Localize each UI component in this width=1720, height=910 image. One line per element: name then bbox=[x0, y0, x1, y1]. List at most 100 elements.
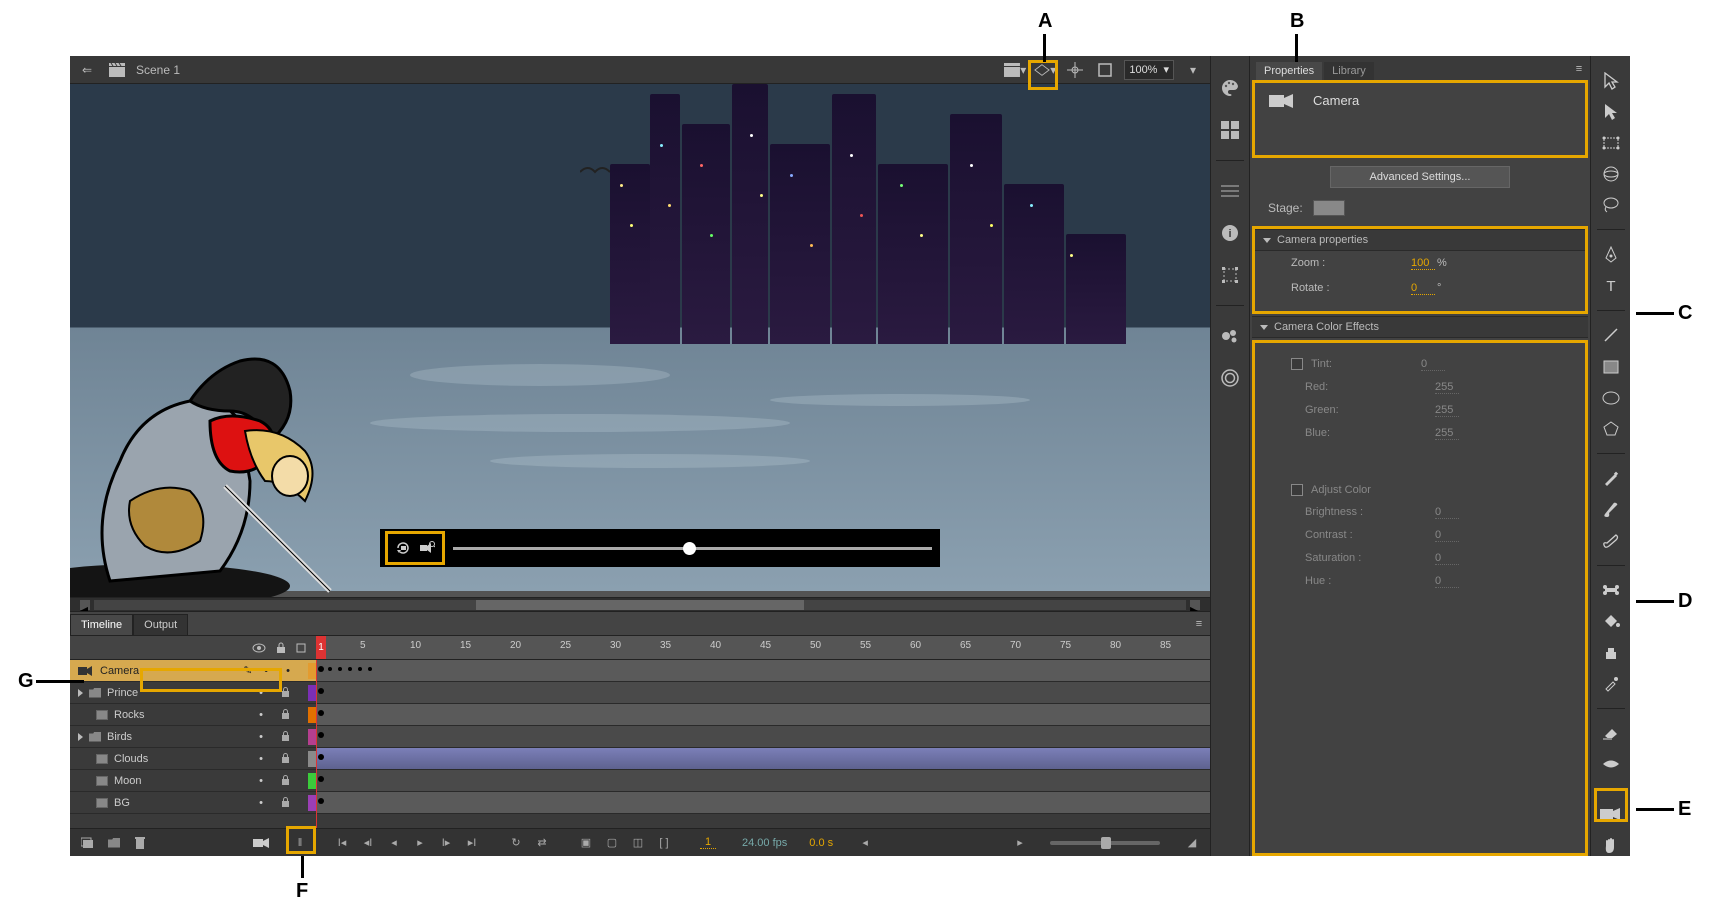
rotate-camera-icon[interactable] bbox=[393, 538, 413, 558]
onion-outline-icon[interactable]: ▢ bbox=[602, 833, 622, 853]
new-folder-icon[interactable] bbox=[104, 833, 124, 853]
camera-tool-icon[interactable] bbox=[1598, 804, 1624, 825]
timeline-layer-row[interactable]: Clouds• bbox=[70, 748, 1210, 770]
tint-value[interactable]: 0 bbox=[1421, 358, 1445, 371]
keyframe-dot[interactable] bbox=[318, 732, 324, 738]
contrast-value[interactable]: 0 bbox=[1435, 529, 1459, 542]
paint-brush-tool-icon[interactable] bbox=[1598, 530, 1624, 551]
attach-layers-icon[interactable]: ‖ bbox=[290, 833, 310, 853]
play-icon[interactable]: ▸ bbox=[410, 833, 430, 853]
last-frame-icon[interactable]: ▸I bbox=[462, 833, 482, 853]
oval-tool-icon[interactable] bbox=[1598, 387, 1624, 408]
layer-lock-icon[interactable] bbox=[281, 731, 290, 742]
expand-icon[interactable] bbox=[78, 689, 83, 697]
align-icon[interactable] bbox=[1218, 179, 1242, 203]
hue-value[interactable]: 0 bbox=[1435, 575, 1459, 588]
timeline-layer-row[interactable]: Camera✎•• bbox=[70, 660, 1210, 682]
scene-clapboard-icon[interactable] bbox=[106, 59, 128, 81]
polystar-tool-icon[interactable] bbox=[1598, 418, 1624, 439]
layer-track[interactable] bbox=[316, 726, 1210, 747]
resize-timeline-icon[interactable]: ◢ bbox=[1182, 833, 1202, 853]
tint-red-value[interactable]: 255 bbox=[1435, 381, 1459, 394]
keyframe-dot[interactable] bbox=[338, 667, 342, 671]
clip-stage-icon[interactable] bbox=[1094, 59, 1116, 81]
color-palette-icon[interactable] bbox=[1218, 76, 1242, 100]
free-transform-tool-icon[interactable] bbox=[1598, 132, 1624, 153]
selection-tool-icon[interactable] bbox=[1598, 70, 1624, 91]
rotate-value[interactable]: 0 bbox=[1411, 282, 1435, 295]
info-icon[interactable]: i bbox=[1218, 221, 1242, 245]
eyedropper-tool-icon[interactable] bbox=[1598, 673, 1624, 694]
loop-icon[interactable]: ↻ bbox=[506, 833, 526, 853]
hand-tool-icon[interactable] bbox=[1598, 835, 1624, 856]
fps-display[interactable]: 24.00 fps bbox=[742, 837, 787, 849]
layer-color-swatch[interactable] bbox=[308, 795, 316, 811]
layer-visible-dot[interactable]: • bbox=[259, 709, 263, 721]
camera-zoom-slider[interactable] bbox=[453, 547, 932, 550]
layer-color-swatch[interactable] bbox=[308, 751, 316, 767]
tab-properties[interactable]: Properties bbox=[1256, 62, 1322, 80]
3d-rotation-tool-icon[interactable] bbox=[1598, 163, 1624, 184]
tab-timeline[interactable]: Timeline bbox=[70, 614, 133, 635]
timeline-layer-row[interactable]: Moon• bbox=[70, 770, 1210, 792]
tween-span[interactable] bbox=[316, 748, 1210, 769]
layer-color-swatch[interactable] bbox=[308, 773, 316, 789]
saturation-value[interactable]: 0 bbox=[1435, 552, 1459, 565]
layer-color-swatch[interactable] bbox=[308, 663, 316, 679]
timeline-layer-row[interactable]: Prince• bbox=[70, 682, 1210, 704]
layer-name-cell[interactable]: Birds• bbox=[70, 726, 316, 747]
eraser-tool-icon[interactable] bbox=[1598, 723, 1624, 744]
advanced-settings-button[interactable]: Advanced Settings... bbox=[1330, 166, 1510, 188]
keyframe-dot[interactable] bbox=[318, 776, 324, 782]
play-back-icon[interactable]: ◂ bbox=[384, 833, 404, 853]
scroll-right-icon[interactable]: ▸ bbox=[1010, 833, 1030, 853]
text-tool-icon[interactable]: T bbox=[1598, 275, 1624, 296]
new-layer-icon[interactable] bbox=[78, 833, 98, 853]
zoom-value[interactable]: 100 bbox=[1411, 257, 1435, 270]
keyframe-dot[interactable] bbox=[318, 798, 324, 804]
stage-area[interactable]: ◂ ▸ bbox=[70, 84, 1210, 611]
layer-track[interactable] bbox=[316, 682, 1210, 703]
camera-zoom-thumb[interactable] bbox=[683, 542, 696, 555]
layer-name-cell[interactable]: Rocks• bbox=[70, 704, 316, 725]
ink-bottle-tool-icon[interactable] bbox=[1598, 642, 1624, 663]
lasso-tool-icon[interactable] bbox=[1598, 194, 1624, 215]
outline-column-icon[interactable] bbox=[296, 643, 306, 653]
layer-color-swatch[interactable] bbox=[308, 685, 316, 701]
scroll-left-icon[interactable]: ◂ bbox=[855, 833, 875, 853]
loop-range-icon[interactable]: ⇄ bbox=[532, 833, 552, 853]
layer-track[interactable] bbox=[316, 770, 1210, 791]
layer-visible-dot[interactable]: • bbox=[259, 687, 263, 699]
layer-track[interactable] bbox=[316, 660, 1210, 681]
edit-multiple-icon[interactable]: ◫ bbox=[628, 833, 648, 853]
playhead-marker[interactable]: 1 bbox=[316, 636, 326, 659]
keyframe-dot[interactable] bbox=[318, 666, 324, 672]
panel-menu-icon[interactable]: ≡ bbox=[1568, 58, 1590, 80]
transform-icon[interactable] bbox=[1218, 263, 1242, 287]
width-tool-icon[interactable] bbox=[1598, 754, 1624, 775]
next-frame-icon[interactable]: I▸ bbox=[436, 833, 456, 853]
zoom-dropdown[interactable]: 100% ▾ bbox=[1124, 60, 1174, 80]
layer-visible-dot[interactable]: • bbox=[264, 665, 268, 677]
camera-properties-header[interactable]: Camera properties bbox=[1255, 229, 1585, 251]
zoom-camera-icon[interactable] bbox=[417, 538, 437, 558]
modify-markers-icon[interactable]: [ ] bbox=[654, 833, 674, 853]
layer-lock-icon[interactable] bbox=[281, 775, 290, 786]
layer-name-cell[interactable]: Camera✎•• bbox=[70, 660, 316, 681]
keyframe-dot[interactable] bbox=[318, 754, 324, 760]
brush-tool-icon[interactable] bbox=[1598, 499, 1624, 520]
back-icon[interactable]: ⇐ bbox=[76, 59, 98, 81]
stage-hscroll[interactable]: ◂ ▸ bbox=[70, 597, 1210, 611]
layer-color-swatch[interactable] bbox=[308, 729, 316, 745]
timeline-layer-row[interactable]: BG• bbox=[70, 792, 1210, 814]
pen-tool-icon[interactable] bbox=[1598, 244, 1624, 265]
layer-lock-icon[interactable] bbox=[281, 687, 290, 698]
stage-color-swatch[interactable] bbox=[1313, 200, 1345, 216]
layer-lock-icon[interactable] bbox=[281, 753, 290, 764]
paint-bucket-tool-icon[interactable] bbox=[1598, 611, 1624, 632]
layer-visible-dot[interactable]: • bbox=[259, 731, 263, 743]
layer-name-cell[interactable]: Clouds• bbox=[70, 748, 316, 769]
layer-color-swatch[interactable] bbox=[308, 707, 316, 723]
layer-track[interactable] bbox=[316, 748, 1210, 769]
line-tool-icon[interactable] bbox=[1598, 325, 1624, 346]
